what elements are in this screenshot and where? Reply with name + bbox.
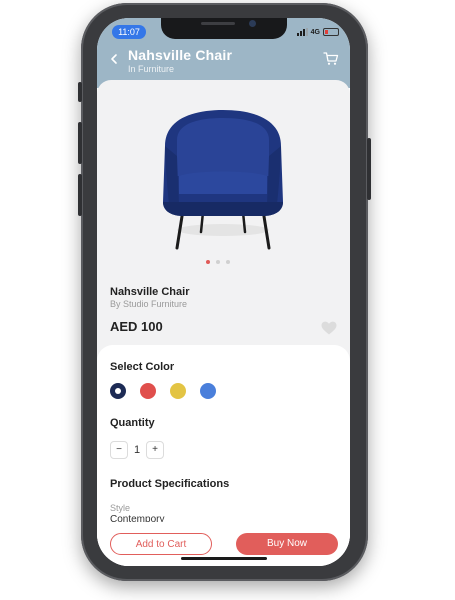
quantity-decrease-button[interactable]: − [110, 441, 128, 459]
quantity-value: 1 [134, 444, 141, 456]
product-name: Nahsville Chair [110, 286, 190, 298]
battery-icon [323, 28, 339, 36]
quantity-increase-button[interactable]: + [146, 441, 164, 459]
volume-down-button [78, 174, 82, 216]
color-swatches [110, 383, 216, 399]
volume-up-button [78, 122, 82, 164]
power-button [367, 138, 371, 200]
quantity-stepper: − 1 + [110, 441, 164, 459]
carousel-dot[interactable] [216, 260, 220, 264]
color-swatch-navy[interactable] [110, 383, 126, 399]
spec-style-label: Style [110, 503, 131, 513]
product-image[interactable] [155, 106, 291, 256]
select-color-heading: Select Color [110, 361, 175, 373]
carousel-dot[interactable] [226, 260, 230, 264]
carousel-indicator[interactable] [206, 260, 230, 264]
network-label: 4G [310, 28, 320, 36]
color-swatch-yellow[interactable] [170, 383, 186, 399]
page-subtitle: In Furniture [128, 64, 175, 74]
add-to-cart-button[interactable]: Add to Cart [110, 533, 212, 555]
home-indicator[interactable] [181, 557, 267, 560]
color-swatch-red[interactable] [140, 383, 156, 399]
screen: 11:07 4G Nahsville Chair In Furniture Na… [97, 18, 350, 566]
signal-icon [296, 28, 308, 36]
color-swatch-blue[interactable] [200, 383, 216, 399]
page-title: Nahsville Chair [128, 47, 233, 63]
status-time: 11:07 [112, 25, 146, 39]
product-brand: By Studio Furniture [110, 299, 188, 309]
buy-now-button[interactable]: Buy Now [236, 533, 338, 555]
status-indicators: 4G [296, 27, 339, 37]
device-notch [161, 18, 287, 39]
specifications-heading: Product Specifications [110, 478, 230, 490]
side-button [78, 82, 82, 102]
cart-icon[interactable] [323, 51, 339, 66]
favorite-heart-icon[interactable] [321, 321, 337, 335]
quantity-heading: Quantity [110, 417, 155, 429]
product-showcase: Nahsville Chair By Studio Furniture AED … [97, 80, 350, 370]
back-arrow-icon[interactable] [108, 53, 120, 65]
carousel-dot[interactable] [206, 260, 210, 264]
product-price: AED 100 [110, 319, 163, 334]
